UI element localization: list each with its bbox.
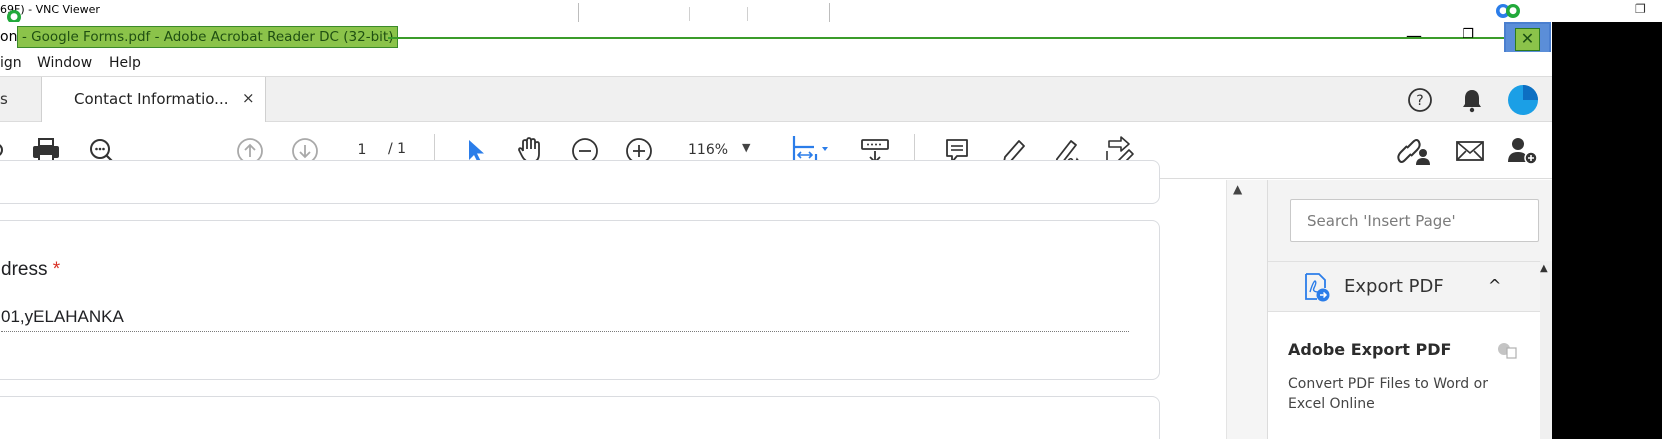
tab-label: Contact Informatio...	[74, 90, 229, 108]
answer-underline	[1, 331, 1129, 332]
adobe-export-description: Convert PDF Files to Word or Excel Onlin…	[1288, 376, 1488, 412]
document-scrollbar[interactable]: ▲	[1226, 180, 1268, 439]
help-icon[interactable]: ?	[1406, 86, 1434, 114]
tab-close-icon[interactable]: ×	[242, 89, 255, 107]
tab-tools-label: s	[0, 90, 8, 108]
menu-sign[interactable]: ign	[0, 55, 22, 71]
insert-page-search-input[interactable]	[1290, 199, 1539, 242]
menu-help[interactable]: Help	[109, 55, 141, 71]
svg-text:?: ?	[1416, 93, 1423, 109]
window-title-prefix: on	[0, 29, 18, 45]
export-pdf-icon	[1302, 272, 1332, 302]
close-icon: ✕	[1515, 28, 1540, 51]
tab-contact-information[interactable]: Contact Informatio... ×	[42, 77, 266, 123]
menu-window[interactable]: Window	[37, 55, 92, 71]
highlight-line	[388, 37, 1506, 39]
address-label-text: dress	[1, 259, 48, 280]
chevron-up-icon[interactable]: ^	[1488, 276, 1501, 295]
app-title-bar: on - Google Forms.pdf - Adobe Acrobat Re…	[0, 22, 1662, 58]
panel-scrollbar[interactable]: ▲	[1540, 261, 1552, 439]
form-question-card	[0, 396, 1160, 439]
vnc-title-bar: 69F) - VNC Viewer ● ● ● ❐	[0, 0, 1662, 25]
cursor-marker-icon: ●	[1506, 4, 1520, 18]
zoom-value: 116%	[688, 142, 729, 158]
tab-bar: s Contact Informatio... × ?	[0, 76, 1552, 123]
export-pdf-header[interactable]: Export PDF ^	[1268, 262, 1540, 312]
scroll-up-icon[interactable]: ▲	[1540, 263, 1548, 274]
export-pdf-section: Export PDF ^ Adobe Export PDF Convert PD…	[1268, 261, 1540, 439]
minimize-button[interactable]: —	[1404, 26, 1424, 45]
document-view: dress * 01,yELAHANKA	[0, 160, 1226, 439]
page-total: / 1	[388, 141, 407, 157]
desktop-background	[1552, 22, 1662, 439]
cloud-convert-icon	[1494, 339, 1520, 361]
bell-icon[interactable]	[1458, 86, 1486, 114]
account-avatar-icon[interactable]	[1506, 83, 1540, 117]
vnc-restore-icon[interactable]: ❐	[1635, 2, 1646, 16]
form-question-card	[0, 160, 1160, 204]
tools-pane: Export PDF ^ Adobe Export PDF Convert PD…	[1268, 180, 1552, 439]
chevron-down-icon: ▼	[742, 141, 751, 154]
adobe-export-heading: Adobe Export PDF	[1288, 340, 1452, 359]
required-mark: *	[52, 259, 61, 280]
tab-tools[interactable]: s	[0, 77, 42, 122]
export-pdf-title: Export PDF	[1344, 276, 1444, 297]
maximize-button[interactable]: ❐	[1458, 27, 1478, 45]
form-question-card-address: dress * 01,yELAHANKA	[0, 220, 1160, 380]
email-icon[interactable]	[1454, 138, 1486, 164]
address-question-label: dress *	[1, 259, 60, 281]
scroll-up-icon[interactable]: ▲	[1233, 182, 1242, 196]
add-user-icon[interactable]	[1506, 135, 1540, 167]
share-link-icon[interactable]	[1396, 135, 1432, 167]
address-answer-field[interactable]: 01,yELAHANKA	[1, 307, 124, 327]
window-title: - Google Forms.pdf - Adobe Acrobat Reade…	[17, 26, 399, 48]
menu-bar: ign Window Help	[0, 52, 1552, 76]
